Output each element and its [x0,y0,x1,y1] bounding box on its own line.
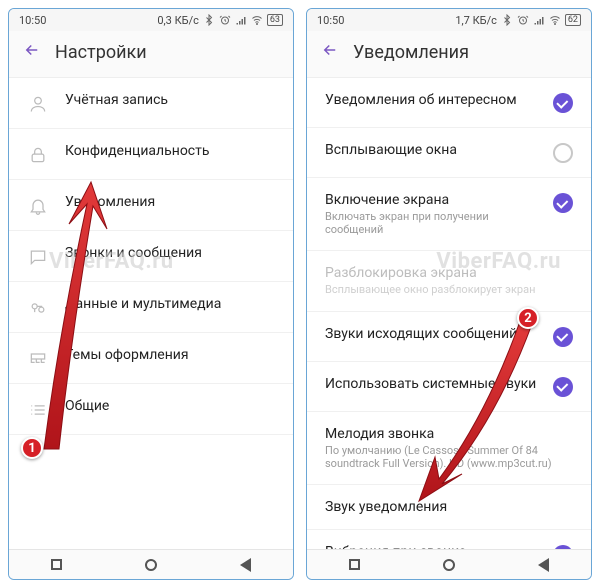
signal-icon [533,14,545,26]
android-nav [307,549,591,579]
row-label: Данные и мультимедиа [65,296,275,312]
page-title: Уведомления [353,42,469,63]
row-label: Разблокировка экрана [325,265,573,281]
row-notif-sound[interactable]: Звук уведомления [307,485,591,530]
row-unlock: Разблокировка экрана Всплывающее окно ра… [307,251,591,311]
row-general[interactable]: Общие [9,384,293,435]
row-label: Звуки исходящих сообщений [325,326,537,342]
toggle[interactable] [553,193,573,213]
row-vibrate[interactable]: Вибрация при звонке [307,530,591,549]
row-label: Мелодия звонка [325,426,573,442]
row-label: Использовать системные звуки [325,376,537,392]
toggle[interactable] [553,93,573,113]
status-time: 10:50 [19,14,46,27]
status-time: 10:50 [317,14,344,27]
wifi-icon [251,14,263,26]
row-ringtone[interactable]: Мелодия звонка По умолчанию (Le Cassos -… [307,412,591,485]
row-label: Конфиденциальность [65,143,275,159]
row-outgoing-sounds[interactable]: Звуки исходящих сообщений [307,312,591,362]
row-popups[interactable]: Всплывающие окна [307,128,591,178]
phone-right: 10:50 1,7 КБ/с 62 Уведомления Уведомлени… [306,8,592,580]
toggle[interactable] [553,377,573,397]
notif-list: Уведомления об интересном Всплывающие ок… [307,78,591,549]
status-batt: 63 [267,14,283,26]
alarm-icon [517,14,529,26]
row-label: Звонки и сообщения [65,245,275,261]
bluetooth-icon [203,14,215,26]
row-label: Включение экрана [325,192,537,208]
home-button[interactable] [443,559,455,571]
lock-icon [27,145,49,165]
wifi-icon [549,14,561,26]
menu-icon [27,400,49,420]
row-privacy[interactable]: Конфиденциальность [9,129,293,180]
phone-left: 10:50 0,3 КБ/с 63 Настройки Учётная запи… [8,8,294,580]
android-nav [9,549,293,579]
row-label: Общие [65,398,275,414]
toggle[interactable] [553,143,573,163]
row-themes[interactable]: Темы оформления [9,333,293,384]
row-label: Уведомления [65,194,275,210]
row-sub: Включать экран при получении сообщений [325,210,537,236]
appbar: Настройки [9,31,293,78]
media-icon [27,298,49,318]
user-icon [27,94,49,114]
row-system-sounds[interactable]: Использовать системные звуки [307,362,591,412]
status-net: 0,3 КБ/с [157,14,199,27]
row-sub: Всплывающее окно разблокирует экран [325,283,573,296]
toggle[interactable] [553,327,573,347]
back-nav-button[interactable] [538,558,549,572]
row-notifications[interactable]: Уведомления [9,180,293,231]
home-button[interactable] [145,559,157,571]
row-interesting[interactable]: Уведомления об интересном [307,78,591,128]
row-data[interactable]: Данные и мультимедиа [9,282,293,333]
bluetooth-icon [501,14,513,26]
row-label: Звук уведомления [325,499,573,515]
row-screen-on[interactable]: Включение экрана Включать экран при полу… [307,178,591,251]
status-net: 1,7 КБ/с [455,14,497,27]
status-batt: 62 [565,14,581,26]
signal-icon [235,14,247,26]
row-label: Уведомления об интересном [325,92,537,108]
statusbar: 10:50 0,3 КБ/с 63 [9,9,293,31]
bell-icon [27,196,49,216]
row-account[interactable]: Учётная запись [9,78,293,129]
recents-button[interactable] [51,559,62,570]
alarm-icon [219,14,231,26]
back-button[interactable] [321,41,339,63]
chat-icon [27,247,49,267]
row-label: Всплывающие окна [325,142,537,158]
back-button[interactable] [23,41,41,63]
page-title: Настройки [55,42,147,63]
annotation-badge-1: 1 [21,437,43,459]
settings-list: Учётная запись Конфиденциальность Уведом… [9,78,293,549]
annotation-badge-2: 2 [517,307,539,329]
recents-button[interactable] [349,559,360,570]
back-nav-button[interactable] [240,558,251,572]
row-label: Учётная запись [65,92,275,108]
appbar: Уведомления [307,31,591,78]
statusbar: 10:50 1,7 КБ/с 62 [307,9,591,31]
brush-icon [27,349,49,369]
row-label: Темы оформления [65,347,275,363]
row-sub: По умолчанию (Le Cassos - Summer Of 84 s… [325,444,573,470]
row-calls[interactable]: Звонки и сообщения [9,231,293,282]
